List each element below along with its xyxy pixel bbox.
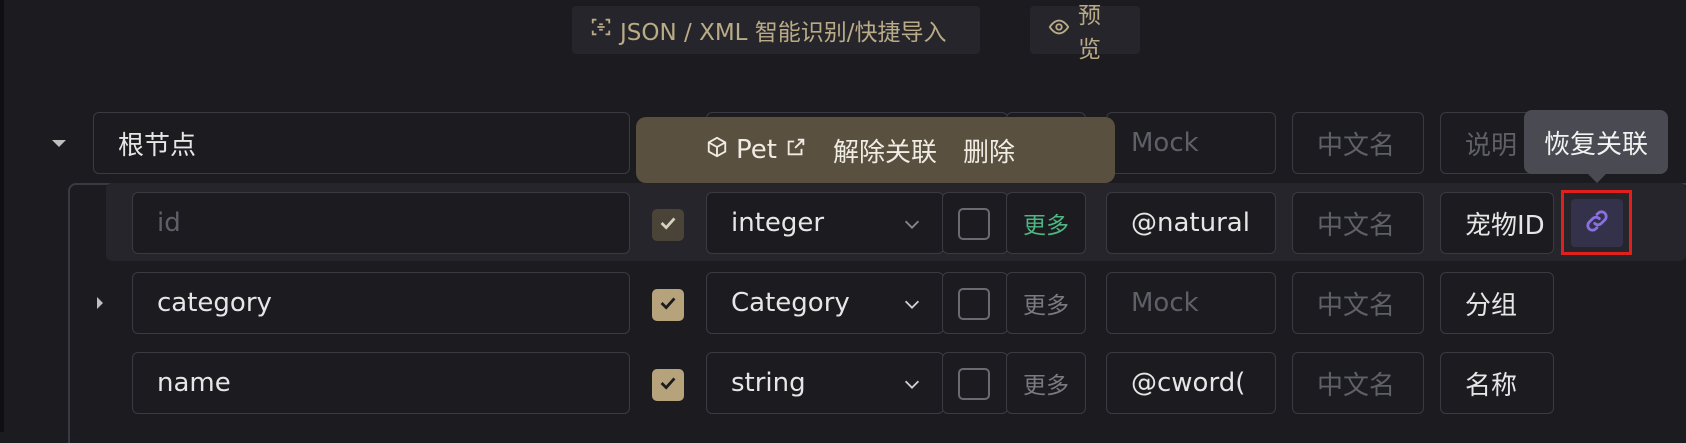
desc-input-value: 分组 (1465, 290, 1518, 321)
left-rail (0, 0, 4, 432)
more-button[interactable]: 更多 (1006, 192, 1086, 254)
root-mock-input[interactable]: Mock (1106, 112, 1276, 174)
link-icon (1583, 207, 1611, 239)
field-name-value: category (157, 288, 272, 318)
scan-icon (590, 16, 612, 44)
root-cn-input[interactable]: 中文名 (1292, 112, 1424, 174)
mock-input[interactable]: @cword( (1106, 352, 1276, 414)
cn-name-placeholder: 中文名 (1317, 370, 1396, 401)
cn-name-placeholder: 中文名 (1317, 290, 1396, 321)
more-button-label: 更多 (1023, 293, 1069, 319)
cn-name-input[interactable]: 中文名 (1292, 192, 1424, 254)
required-checkbox[interactable] (652, 369, 684, 401)
unlink-button[interactable]: 解除关联 (833, 132, 937, 169)
mock-input[interactable]: Mock (1106, 272, 1276, 334)
external-link-icon (785, 135, 807, 165)
root-desc-placeholder: 说明 (1465, 130, 1518, 161)
root-cn-placeholder: 中文名 (1317, 130, 1396, 161)
required-checkbox[interactable] (652, 289, 684, 321)
desc-input[interactable]: 名称 (1440, 352, 1554, 414)
preview-button[interactable]: 预览 (1030, 3, 1140, 63)
mock-input[interactable]: @natural (1106, 192, 1276, 254)
cn-name-placeholder: 中文名 (1317, 210, 1396, 241)
eye-icon (1048, 16, 1070, 44)
field-name-value: name (157, 368, 231, 398)
chevron-down-icon (901, 372, 923, 394)
tooltip-text: 恢复关联 (1543, 129, 1648, 160)
ref-model-link[interactable]: Pet (706, 135, 807, 165)
more-button-label: 更多 (1023, 213, 1069, 239)
mock-input-placeholder: Mock (1131, 288, 1199, 318)
root-mock-placeholder: Mock (1131, 128, 1199, 158)
type-select-value: string (731, 368, 806, 398)
type-select[interactable]: string (706, 352, 944, 414)
desc-input[interactable]: 宠物ID (1440, 192, 1554, 254)
collapse-root-toggle[interactable] (52, 140, 66, 147)
mock-input-value: @cword( (1131, 368, 1246, 398)
desc-input-value: 宠物ID (1465, 210, 1545, 241)
cn-name-input[interactable]: 中文名 (1292, 352, 1424, 414)
check-icon (657, 292, 679, 318)
preview-button-label: 预览 (1078, 3, 1101, 63)
desc-input-value: 名称 (1465, 370, 1518, 401)
field-name-input[interactable]: id (132, 192, 630, 254)
check-icon (657, 372, 679, 398)
import-button[interactable]: JSON / XML 智能识别/快捷导入 (572, 6, 980, 54)
desc-input[interactable]: 分组 (1440, 272, 1554, 334)
field-name-input[interactable]: category (132, 272, 630, 334)
delete-button[interactable]: 删除 (963, 132, 1015, 169)
more-button-label: 更多 (1023, 373, 1069, 399)
more-button[interactable]: 更多 (1006, 352, 1086, 414)
type-select[interactable]: integer (706, 192, 944, 254)
nullable-checkbox[interactable] (958, 208, 990, 240)
more-button[interactable]: 更多 (1006, 272, 1086, 334)
field-name-input[interactable]: name (132, 352, 630, 414)
restore-link-button[interactable] (1561, 190, 1632, 255)
type-select[interactable]: Category (706, 272, 944, 334)
chevron-down-icon (901, 292, 923, 314)
nullable-checkbox[interactable] (958, 368, 990, 400)
expand-category-toggle[interactable] (97, 297, 103, 309)
type-select-value: integer (731, 208, 825, 238)
field-name-placeholder: id (157, 208, 181, 238)
tooltip-arrow (1588, 174, 1606, 183)
restore-link-tooltip: 恢复关联 (1524, 110, 1668, 174)
mock-input-value: @natural (1131, 208, 1250, 238)
cn-name-input[interactable]: 中文名 (1292, 272, 1424, 334)
cube-icon (706, 135, 728, 165)
check-icon (657, 212, 679, 238)
nullable-checkbox[interactable] (958, 288, 990, 320)
root-name-value: 根节点 (118, 130, 197, 161)
import-button-label: JSON / XML 智能识别/快捷导入 (620, 20, 947, 46)
required-checkbox[interactable] (652, 209, 684, 241)
root-name-input[interactable]: 根节点 (93, 112, 630, 174)
type-select-value: Category (731, 288, 850, 318)
chevron-down-icon (901, 212, 923, 234)
ref-popover: Pet 解除关联 删除 (636, 117, 1115, 183)
ref-model-name: Pet (736, 135, 777, 165)
